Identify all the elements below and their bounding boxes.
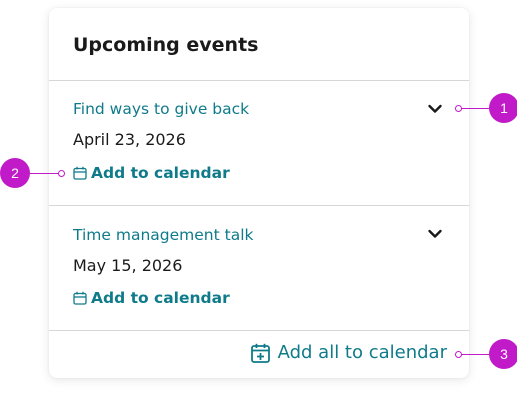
add-to-calendar-link-2[interactable]: Add to calendar bbox=[73, 289, 230, 307]
marker-3: 3 bbox=[489, 339, 517, 369]
divider bbox=[49, 330, 469, 331]
add-to-calendar-label-1: Add to calendar bbox=[91, 164, 230, 182]
calendar-plus-icon bbox=[250, 343, 270, 363]
marker-3-anchor bbox=[455, 351, 462, 358]
marker-1-anchor bbox=[455, 105, 462, 112]
upcoming-events-card: Upcoming events Find ways to give back A… bbox=[49, 8, 469, 378]
event-title-1[interactable]: Find ways to give back bbox=[73, 100, 249, 118]
marker-3-leader bbox=[461, 354, 491, 355]
marker-2: 2 bbox=[0, 158, 30, 188]
marker-2-leader bbox=[28, 173, 61, 174]
add-to-calendar-link-1[interactable]: Add to calendar bbox=[73, 164, 230, 182]
event-date-1: April 23, 2026 bbox=[73, 130, 186, 149]
divider bbox=[49, 205, 469, 206]
add-all-to-calendar-button[interactable]: Add all to calendar bbox=[250, 342, 447, 363]
calendar-icon bbox=[73, 291, 87, 305]
chevron-down-icon[interactable] bbox=[427, 226, 443, 242]
add-all-label: Add all to calendar bbox=[277, 342, 447, 363]
stage: Upcoming events Find ways to give back A… bbox=[0, 0, 517, 403]
add-to-calendar-label-2: Add to calendar bbox=[91, 289, 230, 307]
event-title-2[interactable]: Time management talk bbox=[73, 226, 253, 244]
marker-1: 1 bbox=[489, 93, 517, 123]
chevron-down-icon[interactable] bbox=[427, 101, 443, 117]
card-title: Upcoming events bbox=[73, 34, 259, 56]
marker-2-anchor bbox=[58, 170, 65, 177]
marker-1-leader bbox=[461, 108, 491, 109]
calendar-icon bbox=[73, 166, 87, 180]
divider bbox=[49, 80, 469, 81]
event-date-2: May 15, 2026 bbox=[73, 256, 183, 275]
